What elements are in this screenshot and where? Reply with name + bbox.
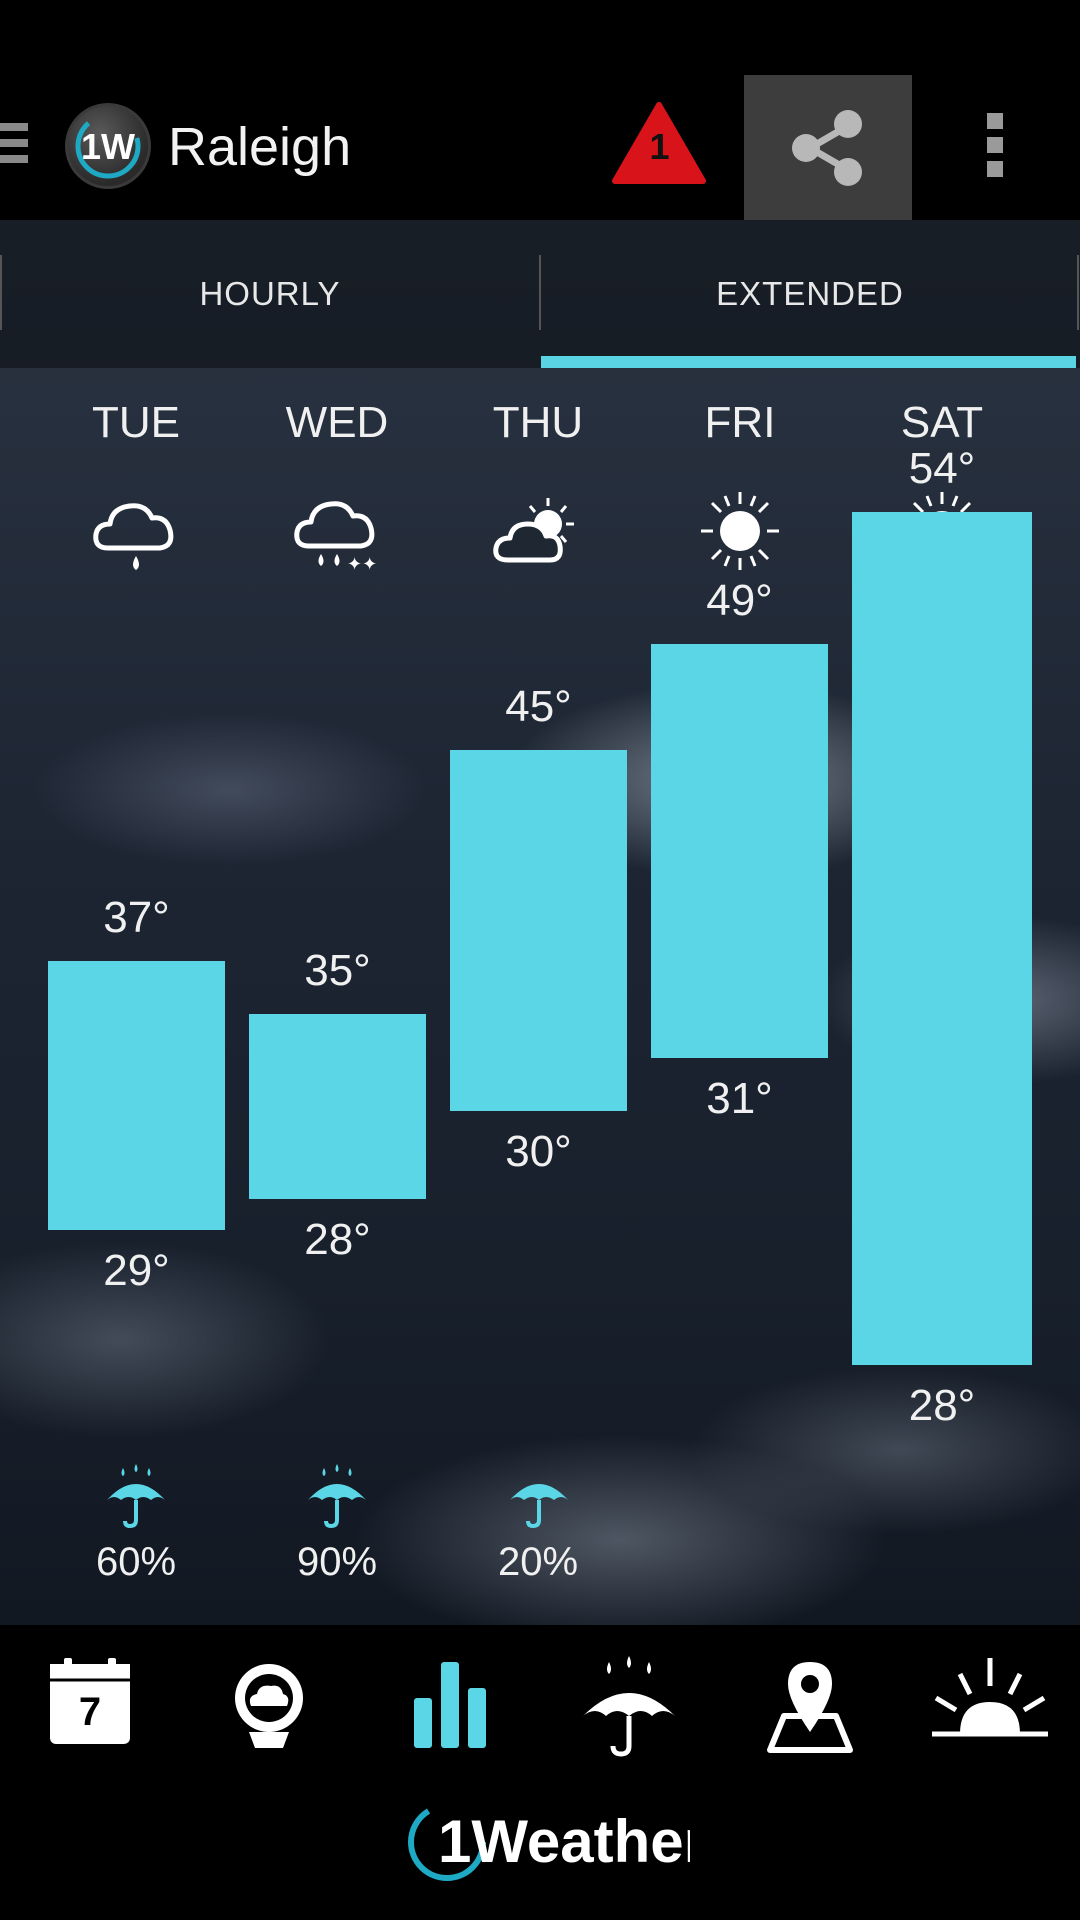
svg-text:✦✦: ✦✦ <box>347 554 377 575</box>
sun-icon <box>701 492 779 570</box>
alert-count-badge: 1 <box>649 126 670 167</box>
map-pin-icon <box>767 1662 853 1753</box>
temperature-range-bar <box>651 644 828 1058</box>
umbrella-icon <box>510 1484 568 1529</box>
tab-extended[interactable]: EXTENDED <box>540 220 1080 368</box>
rain-cloud-icon <box>93 503 174 570</box>
overflow-menu-icon[interactable] <box>975 113 1015 183</box>
umbrella-rain-icon <box>107 1464 165 1529</box>
umbrella-rain-icon <box>583 1656 675 1757</box>
low-temp-label: 29° <box>103 1246 170 1296</box>
high-temp-label: 49° <box>706 576 773 626</box>
precip-chance-label: 60% <box>95 1540 177 1584</box>
calendar-day-number: 7 <box>78 1690 102 1734</box>
nav-maps-button[interactable] <box>740 1650 880 1760</box>
high-temp-label: 37° <box>103 893 170 943</box>
tab-divider <box>1077 255 1079 330</box>
drawer-menu-icon[interactable] <box>0 123 30 173</box>
tab-hourly[interactable]: HOURLY <box>0 220 540 368</box>
temperature-range-bar <box>249 1014 426 1199</box>
share-button[interactable] <box>744 75 912 220</box>
temperature-range-bar <box>450 750 627 1111</box>
status-bar <box>0 0 1080 75</box>
svg-text:1W: 1W <box>81 126 135 167</box>
city-name[interactable]: Raleigh <box>168 112 351 182</box>
low-temp-label: 30° <box>505 1127 572 1176</box>
high-temp-label: 45° <box>505 682 572 731</box>
share-icon <box>792 110 862 186</box>
radar-globe-icon <box>235 1664 303 1748</box>
day-label: FRI <box>704 398 776 447</box>
low-temp-label: 28° <box>304 1214 371 1264</box>
svg-text:1Weather: 1Weather <box>438 1808 690 1875</box>
sunrise-icon <box>932 1658 1048 1737</box>
nav-radar-button[interactable] <box>199 1650 339 1760</box>
action-bar <box>0 75 1080 220</box>
nav-precipitation-button[interactable] <box>559 1650 699 1760</box>
high-temp-label: 35° <box>304 946 371 995</box>
precip-chance-label: 90% <box>296 1540 378 1584</box>
umbrella-rain-icon <box>308 1464 366 1529</box>
active-tab-indicator <box>541 356 1076 368</box>
day-label: WED <box>285 398 389 447</box>
day-label: TUE <box>92 398 180 447</box>
nav-forecast-chart-button[interactable] <box>380 1650 520 1760</box>
temperature-range-bar <box>48 961 225 1231</box>
low-temp-label: 31° <box>706 1073 773 1123</box>
temperature-range-bar <box>852 512 1032 1365</box>
partly-sunny-icon <box>493 498 574 563</box>
app-logo-icon[interactable]: 1W <box>65 103 151 189</box>
day-label: THU <box>492 398 584 447</box>
precip-chance-label: 20% <box>497 1540 579 1584</box>
nav-calendar-button[interactable]: 7 <box>20 1650 160 1760</box>
nav-sun-moon-button[interactable] <box>920 1650 1060 1760</box>
day-label: SAT <box>900 398 984 447</box>
rain-snow-cloud-icon: ✦✦ <box>294 501 377 575</box>
low-temp-label: 28° <box>908 1381 976 1430</box>
high-temp-label: 54° <box>908 444 976 494</box>
bar-chart-icon <box>414 1662 486 1748</box>
brand-logo: 1Weather <box>405 1790 707 1890</box>
